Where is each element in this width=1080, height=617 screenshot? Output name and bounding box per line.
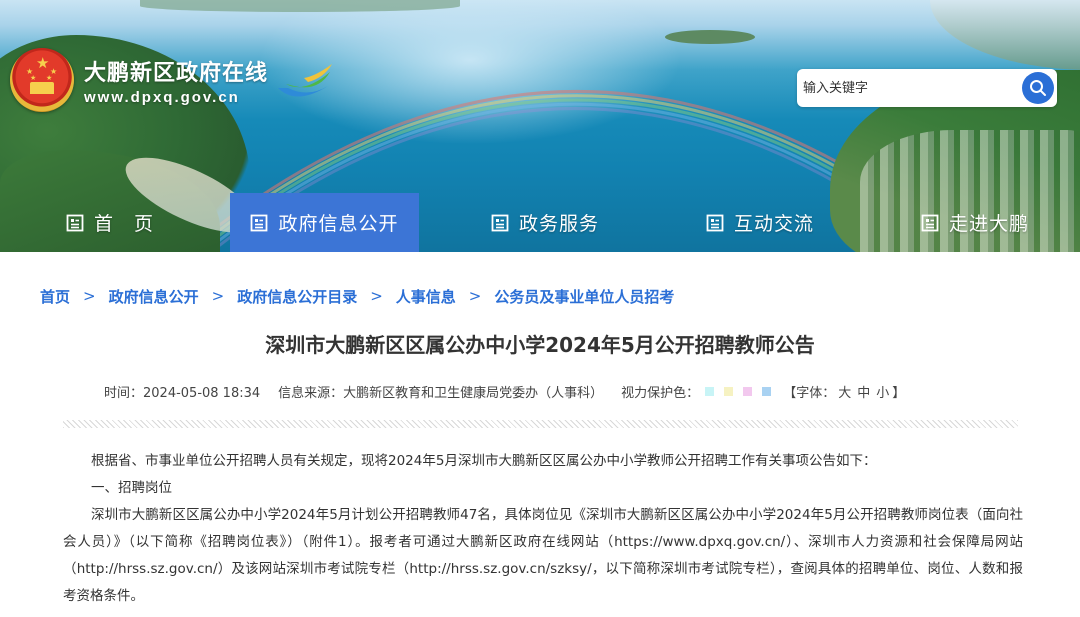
site-logo[interactable]: ★ ★ ★ ★ ★ 大鹏新区政府在线 www.dpxq.gov.cn	[10, 42, 338, 118]
main-nav: 首 页 政府信息公开 政务服务 互动交流 走进大鹏	[0, 193, 1080, 252]
breadcrumb-link-gov-info-catalog[interactable]: 政府信息公开目录	[237, 286, 357, 307]
nav-item-home[interactable]: 首 页	[40, 193, 180, 252]
dapeng-logo-icon	[278, 64, 333, 97]
font-size-large[interactable]: 大	[838, 382, 851, 401]
document-icon	[66, 214, 84, 232]
publish-time: 时间：2024-05-08 18:34	[104, 385, 261, 401]
site-title: 大鹏新区政府在线	[84, 60, 269, 86]
breadcrumb-link-home[interactable]: 首页	[40, 286, 70, 307]
site-url: www.dpxq.gov.cn	[84, 88, 240, 106]
nav-item-gov-info[interactable]: 政府信息公开	[230, 193, 419, 252]
font-size-small[interactable]: 小	[876, 382, 889, 401]
document-icon	[491, 214, 509, 232]
breadcrumb-separator: >	[468, 287, 482, 305]
eye-care-swatch-blue[interactable]	[762, 386, 772, 396]
hatched-divider	[63, 420, 1018, 428]
breadcrumb-separator: >	[211, 287, 225, 305]
eye-care-swatch-yellow[interactable]	[724, 386, 734, 396]
article-paragraph: 根据省、市事业单位公开招聘人员有关规定，现将2024年5月深圳市大鹏新区区属公办…	[91, 453, 877, 469]
breadcrumb-link-gov-info[interactable]: 政府信息公开	[109, 286, 199, 307]
eye-care-label: 视力保护色：	[621, 385, 700, 401]
eye-care-swatch-cyan[interactable]	[705, 386, 715, 396]
article-paragraph: 深圳市大鹏新区区属公办中小学2024年5月计划公开招聘教师47名，具体岗位见《深…	[63, 507, 1023, 604]
article-body: 根据省、市事业单位公开招聘人员有关规定，现将2024年5月深圳市大鹏新区区属公办…	[63, 448, 1023, 610]
search-input[interactable]	[797, 69, 1022, 107]
eye-care-swatch-pink[interactable]	[743, 386, 753, 396]
section-heading: 一、招聘岗位	[91, 480, 172, 496]
info-source: 信息来源：大鹏新区教育和卫生健康局党委办（人事科）	[278, 385, 604, 401]
nav-label: 互动交流	[733, 213, 814, 235]
search-box	[797, 69, 1057, 107]
font-size-label-close: 】	[892, 385, 906, 401]
logo-text: 大鹏新区政府在线 www.dpxq.gov.cn	[84, 55, 268, 106]
font-size-label: 【字体：	[783, 385, 836, 401]
font-size-medium[interactable]: 中	[857, 382, 870, 401]
nav-label: 政府信息公开	[278, 213, 399, 235]
breadcrumb-link-recruitment[interactable]: 公务员及事业单位人员招考	[494, 286, 674, 307]
header-banner: ★ ★ ★ ★ ★ 大鹏新区政府在线 www.dpxq.gov.cn 输入关键字…	[0, 0, 1080, 252]
breadcrumb: 首页 > 政府信息公开 > 政府信息公开目录 > 人事信息 > 公务员及事业单位…	[40, 284, 674, 308]
nav-item-services[interactable]: 政务服务	[470, 193, 620, 252]
article-meta: 时间：2024-05-08 18:34 信息来源：大鹏新区教育和卫生健康局党委办…	[104, 380, 905, 402]
breadcrumb-link-personnel[interactable]: 人事信息	[396, 286, 456, 307]
document-icon	[921, 214, 939, 232]
document-icon	[250, 214, 268, 232]
breadcrumb-separator: >	[83, 287, 96, 305]
nav-label: 政务服务	[518, 213, 599, 235]
nav-label: 走进大鹏	[948, 213, 1029, 235]
nav-label: 首 页	[93, 213, 154, 235]
search-button[interactable]	[1022, 72, 1054, 104]
breadcrumb-separator: >	[370, 287, 383, 305]
nav-item-about-dapeng[interactable]: 走进大鹏	[905, 193, 1045, 252]
national-emblem-icon: ★ ★ ★ ★ ★	[10, 48, 74, 112]
search-icon	[1030, 80, 1046, 96]
article-title: 深圳市大鹏新区区属公办中小学2024年5月公开招聘教师公告	[265, 333, 815, 357]
nav-item-interaction[interactable]: 互动交流	[690, 193, 830, 252]
document-icon	[706, 214, 724, 232]
